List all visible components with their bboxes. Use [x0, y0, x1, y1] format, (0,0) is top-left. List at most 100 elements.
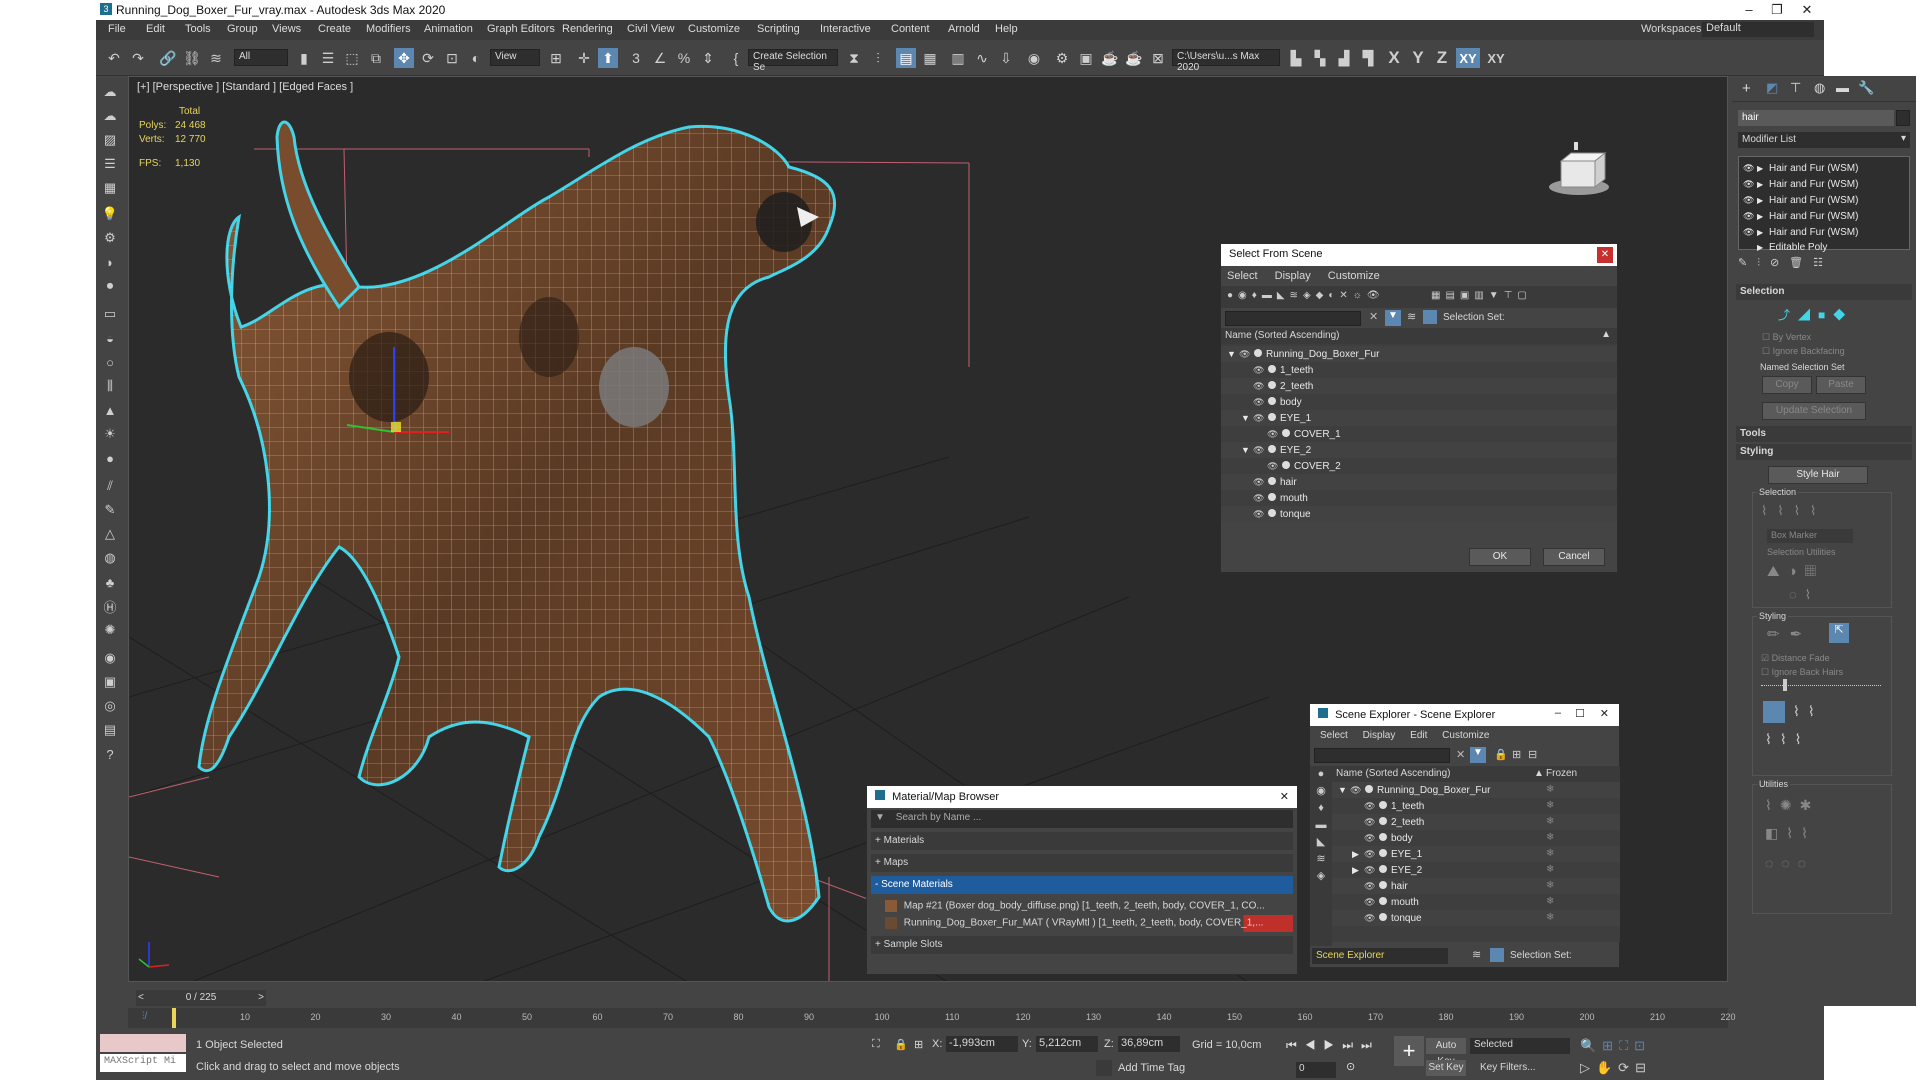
redo-icon[interactable]: ↷: [128, 48, 148, 68]
reference-coord-dropdown[interactable]: View: [490, 49, 540, 66]
frozen-toggle-icon[interactable]: ❄: [1546, 910, 1554, 926]
material-editor-icon[interactable]: ◉: [1024, 48, 1044, 68]
menu-content[interactable]: Content: [891, 23, 930, 35]
unlink-icon[interactable]: ⛓: [182, 48, 202, 68]
visibility-eye-icon[interactable]: 👁: [1253, 394, 1264, 410]
hierarchy-tab-icon[interactable]: ⊤: [1790, 80, 1801, 96]
scene-list-item[interactable]: 👁 2_teeth: [1221, 378, 1617, 394]
rollout-styling-header[interactable]: Styling: [1736, 444, 1912, 460]
ball-icon[interactable]: ●: [100, 448, 120, 468]
axis-xy-cycle[interactable]: XY: [1484, 48, 1508, 68]
visibility-eye-icon[interactable]: 👁: [1267, 426, 1278, 442]
render-setup-icon[interactable]: ⚙: [1052, 48, 1072, 68]
expand-arrow-icon[interactable]: ▶: [1352, 862, 1364, 878]
scene-explorer-toggle-icon[interactable]: ▤: [896, 48, 916, 68]
maximize-icon[interactable]: ❐: [1762, 0, 1792, 20]
menu-create[interactable]: Create: [318, 23, 351, 35]
project-path-dropdown[interactable]: C:\Users\u...s Max 2020: [1172, 49, 1280, 73]
utility-icons-2[interactable]: ◧⌇⌇: [1765, 825, 1816, 842]
visibility-eye-icon[interactable]: 👁: [1350, 782, 1361, 798]
plane-icon[interactable]: ▭: [100, 304, 120, 324]
box-marker-dropdown[interactable]: Box Marker: [1767, 529, 1853, 543]
explorer-list-item[interactable]: 👁 body ❄: [1332, 830, 1620, 846]
render-production-icon[interactable]: ☕: [1100, 48, 1120, 68]
hierarchy-icon[interactable]: ⊞: [1512, 748, 1521, 761]
cancel-button[interactable]: Cancel: [1543, 548, 1605, 566]
pivot-icon[interactable]: ⊞: [546, 48, 566, 68]
expand-arrow-icon[interactable]: ▶: [1757, 161, 1769, 177]
visibility-eye-icon[interactable]: 👁: [1743, 160, 1757, 176]
menu-arnold[interactable]: Arnold: [948, 23, 980, 35]
layers-icon[interactable]: ▣: [100, 672, 120, 692]
paint-icon[interactable]: ✎: [100, 500, 120, 520]
close-icon[interactable]: ✕: [1792, 0, 1822, 20]
filter-icons[interactable]: ●◉♦▬◣≋◈◆◐✕☼👁: [1227, 290, 1417, 304]
menu-views[interactable]: Views: [272, 23, 301, 35]
key-selection-dropdown[interactable]: Selected: [1470, 1038, 1570, 1054]
utility-icons[interactable]: ⌇✺✱: [1765, 797, 1819, 814]
list-icon[interactable]: ☰: [100, 154, 120, 174]
auto-key-button[interactable]: Auto Key: [1426, 1038, 1466, 1067]
menu-customize[interactable]: Customize: [1328, 270, 1380, 282]
menu-select[interactable]: Select: [1320, 730, 1348, 741]
rect-selection-icon[interactable]: ⬚: [342, 48, 362, 68]
visibility-eye-icon[interactable]: 👁: [1364, 878, 1375, 894]
viewport-nav-icons-2[interactable]: ▷✋⟳⊟: [1580, 1060, 1652, 1076]
style-hair-button[interactable]: Style Hair: [1768, 466, 1868, 484]
axis-z[interactable]: Z: [1432, 48, 1452, 68]
scene-list-item[interactable]: 👁 body: [1221, 394, 1617, 410]
scene-list-item[interactable]: 👁 COVER_1: [1221, 426, 1617, 442]
fence-icon[interactable]: ⫼: [100, 376, 120, 396]
viewport-nav-icons[interactable]: 🔍⊞⛶⊡: [1580, 1038, 1651, 1054]
track-bar[interactable]: ⫶/ 10 20 30 40 50 60 70 80 90 100 110 120 130 140 150 1…: [128, 1008, 1736, 1028]
by-vertex-checkbox[interactable]: ☐ By Vertex: [1762, 332, 1811, 343]
cloud-outline-icon[interactable]: ☁: [100, 106, 120, 126]
visibility-eye-icon[interactable]: 👁: [1364, 830, 1375, 846]
expand-arrow-icon[interactable]: ▶: [1757, 209, 1769, 225]
visibility-eye-icon[interactable]: 👁: [1743, 224, 1757, 240]
hair-brush-icons[interactable]: ✏✒: [1767, 625, 1812, 643]
layer-explorer-icon[interactable]: ▦: [920, 48, 940, 68]
select-from-scene-titlebar[interactable]: Select From Scene ✕: [1221, 244, 1617, 266]
audio-icon[interactable]: ◗: [100, 252, 120, 272]
frozen-toggle-icon[interactable]: ❄: [1546, 830, 1554, 846]
minimize-icon[interactable]: –: [1555, 707, 1561, 719]
chevron-down-icon[interactable]: ▼: [875, 812, 885, 823]
expand-arrow-icon[interactable]: ▼: [1241, 442, 1253, 458]
ignore-back-hairs-checkbox[interactable]: ☐ Ignore Back Hairs: [1761, 667, 1843, 678]
explorer-list-item[interactable]: ▼ 👁 Running_Dog_Boxer_Fur ❄: [1332, 782, 1620, 798]
schematic-view-icon[interactable]: ⇩: [996, 48, 1016, 68]
ok-button[interactable]: OK: [1469, 548, 1531, 566]
chevron-left-icon[interactable]: <: [138, 990, 144, 1006]
maximize-icon[interactable]: ☐: [1575, 707, 1585, 720]
selection-utility-icons-2[interactable]: ◌⌇: [1789, 587, 1819, 603]
visibility-eye-icon[interactable]: 👁: [1253, 410, 1264, 426]
name-column-header[interactable]: Name (Sorted Ascending) ▲: [1221, 328, 1617, 344]
group-sample-slots[interactable]: + Sample Slots: [871, 936, 1293, 954]
paste-button[interactable]: Paste: [1816, 376, 1866, 394]
modifier-stack-item[interactable]: ▶ Editable Poly: [1739, 240, 1909, 256]
create-tab-icon[interactable]: +: [1742, 80, 1751, 97]
visibility-eye-icon[interactable]: 👁: [1743, 192, 1757, 208]
explorer-list-item[interactable]: 👁 1_teeth ❄: [1332, 798, 1620, 814]
y-coordinate-field[interactable]: 5,212cm: [1036, 1036, 1098, 1052]
modifier-list-dropdown[interactable]: Modifier List ▾: [1738, 132, 1910, 148]
sun-icon[interactable]: ☀: [100, 424, 120, 444]
hair-tool-icons-2[interactable]: ⌇⌇⌇: [1765, 731, 1810, 748]
viewcube[interactable]: [1549, 142, 1609, 195]
visibility-eye-icon[interactable]: 👁: [1364, 910, 1375, 926]
stack-toolbar-icons[interactable]: ✎⫶⊘🗑☷: [1738, 256, 1910, 274]
hair-selection-icons[interactable]: ⌇⌇⌇⌇: [1761, 503, 1826, 519]
scene-explorer-titlebar[interactable]: Scene Explorer - Scene Explorer – ☐ ✕: [1310, 704, 1619, 726]
clear-search-icon[interactable]: ✕: [1369, 310, 1378, 323]
link-icon[interactable]: 🔗: [158, 48, 178, 68]
time-config-icon[interactable]: ⊙: [1346, 1060, 1355, 1073]
record-icon[interactable]: ⏺: [100, 276, 120, 296]
brush-size-handle[interactable]: [1783, 679, 1787, 691]
bind-space-warp-icon[interactable]: ≋: [206, 48, 226, 68]
brush-size-slider[interactable]: [1761, 685, 1881, 691]
frozen-toggle-icon[interactable]: ❄: [1546, 798, 1554, 814]
display-icons[interactable]: ▦▤▣▥▼⊤▢: [1431, 290, 1527, 304]
motion-tab-icon[interactable]: ◍: [1814, 80, 1825, 96]
minimize-icon[interactable]: –: [1734, 0, 1764, 20]
